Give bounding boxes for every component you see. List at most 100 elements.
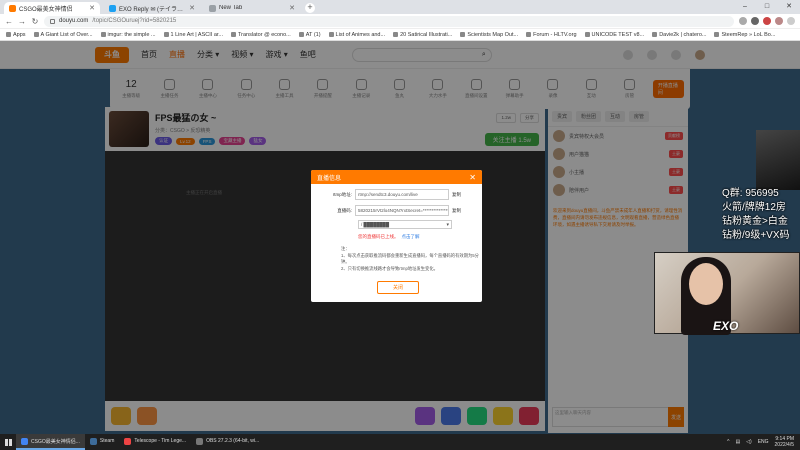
profile-avatar-icon[interactable]	[775, 17, 783, 25]
bookmark-item[interactable]: SteemRep » LoL Bo...	[714, 32, 775, 38]
stream-overlay-text: Q群: 956995 火箭/牌牌12房 钻粉黄金>白金 钻粉/9级+VX码	[722, 187, 800, 243]
start-button[interactable]	[0, 434, 16, 450]
bookmark-item[interactable]: List of Animes and...	[328, 31, 386, 38]
rtmp-field: rtmp地址: rtmp://sendtc3.douyu.com/live 复制	[317, 189, 476, 200]
webcam-face	[689, 263, 723, 305]
bookmark-favicon-icon	[460, 32, 466, 37]
rtmp-input[interactable]: rtmp://sendtc3.douyu.com/live	[355, 189, 449, 200]
clock-date: 2022/4/5	[774, 442, 794, 448]
bookmark-favicon-icon	[714, 32, 720, 37]
stream-key-field: 直播码: 5820215rVt2lo4NQN?rxtSecret=*******…	[317, 205, 476, 216]
volume-icon[interactable]: ◁)	[746, 439, 752, 445]
bookmark-item[interactable]: AT (1)	[298, 32, 321, 38]
close-tab-icon[interactable]: ✕	[89, 4, 95, 12]
lock-icon	[50, 18, 55, 24]
tab-label: CSGO最美女神情侣	[19, 6, 73, 13]
bookmark-item[interactable]: Scientists Map Out...	[460, 32, 518, 38]
bookmark-item[interactable]: Davie2k | chatero...	[652, 32, 706, 38]
back-arrow-icon[interactable]: ←	[5, 17, 13, 26]
stream-thumbnail	[756, 130, 800, 190]
bookmark-favicon-icon	[100, 32, 106, 37]
bookmark-item[interactable]: 20 Satirical Illustrati...	[393, 32, 452, 38]
browser-tab-douyu[interactable]: CSGO最美女神情侣 ✕	[4, 2, 100, 14]
apps-grid-icon	[6, 32, 11, 37]
menu-dots-icon[interactable]	[787, 17, 795, 25]
chevron-down-icon: ▾	[446, 221, 449, 228]
overlay-line: Q群: 956995	[722, 188, 779, 199]
close-icon[interactable]: ✕	[469, 173, 476, 182]
bookmark-favicon-icon	[393, 32, 399, 37]
system-tray: ^ ▤ ◁) ENG 9:14 PM 2022/4/5	[727, 436, 800, 448]
bookmark-favicon-icon	[163, 32, 169, 37]
stream-key-input[interactable]: 5820215rVt2lo4NQN?rxtSecret=************…	[355, 205, 449, 216]
taskbar-app-telescope[interactable]: Telescope - Tim Lege...	[119, 434, 191, 450]
line-select[interactable]: / ████████ ▾	[358, 220, 452, 229]
bookmark-item[interactable]: imgur: the simple ...	[100, 31, 156, 38]
bookmark-favicon-icon	[652, 32, 658, 37]
bookmark-favicon-icon	[584, 32, 590, 37]
close-tab-icon[interactable]: ✕	[189, 4, 195, 12]
bookmark-item[interactable]: 1 Line Art | ASCII ar...	[163, 31, 223, 38]
bookmark-label: SteemRep » LoL Bo...	[721, 31, 776, 38]
bookmark-label: 1 Line Art | ASCII ar...	[170, 31, 223, 38]
extension-icon[interactable]	[751, 17, 759, 25]
bookmark-item[interactable]: Forum - HLTV.org	[526, 32, 577, 38]
url-input[interactable]: douyu.com/topic/CSGOuruej?rid=5820215	[44, 15, 734, 27]
network-icon[interactable]: ▤	[735, 439, 740, 445]
note-line: 1、每次点击获取推流码都会重新生成直播码，每个直播码的有效期为5分钟。	[341, 252, 479, 265]
bookmark-label: Davie2k | chatero...	[659, 31, 707, 38]
copy-rtmp-button[interactable]: 复制	[449, 192, 461, 198]
bookmarks-bar: Apps A Giant List of Over... imgur: the si…	[0, 29, 800, 41]
bookmark-label: imgur: the simple ...	[107, 31, 156, 38]
bookmark-favicon-icon	[298, 32, 304, 37]
close-tab-icon[interactable]: ✕	[289, 4, 295, 12]
rtmp-label: rtmp地址:	[332, 191, 352, 197]
bookmark-label: List of Animes and...	[335, 31, 386, 38]
taskbar-app-chrome[interactable]: CSGO最美女神情侣...	[16, 434, 85, 450]
warning-text: 您的直播码已上线。 点击了解	[358, 234, 482, 240]
taskbar-app-obs[interactable]: OBS 27.2.3 (64-bit, wi...	[191, 434, 264, 450]
overlay-line: 钻粉/9级+VX码	[722, 230, 790, 241]
minimize-button[interactable]: –	[734, 0, 756, 14]
clock[interactable]: 9:14 PM 2022/4/5	[775, 436, 794, 448]
bookmark-favicon-icon	[231, 32, 236, 37]
url-path: /topic/CSGOuruej?rid=5820215	[92, 18, 177, 24]
extension-icon[interactable]	[763, 17, 771, 25]
tray-chevron-icon[interactable]: ^	[727, 439, 729, 445]
extension-icons	[739, 17, 795, 25]
chrome-icon	[21, 437, 28, 445]
new-tab-button[interactable]: +	[305, 3, 315, 13]
warning-message: 您的直播码已上线。	[358, 234, 399, 239]
twitter-favicon-icon	[109, 4, 116, 12]
copy-key-button[interactable]: 复制	[449, 208, 461, 214]
stream-key-label: 直播码:	[337, 207, 352, 213]
steam-icon	[89, 437, 97, 445]
tab-label: EXO Reply ✉ (テイラー＠Reply...	[119, 6, 186, 13]
language-indicator[interactable]: ENG	[758, 439, 769, 445]
bookmark-favicon-icon	[328, 32, 334, 37]
bookmark-label: Scientists Map Out...	[467, 31, 519, 38]
obs-icon	[196, 437, 204, 445]
bookmark-label: Apps	[13, 31, 26, 38]
maximize-button[interactable]: □	[756, 0, 778, 14]
close-modal-button[interactable]: 关闭	[377, 281, 419, 294]
reload-icon[interactable]: ↻	[31, 17, 39, 26]
window-controls: – □ ✕	[734, 0, 800, 14]
taskbar-app-label: CSGO最美女神情侣...	[31, 438, 80, 445]
bookmark-label: Translator @ econo...	[238, 31, 291, 38]
address-bar-row: ← → ↻ douyu.com/topic/CSGOuruej?rid=5820…	[0, 14, 800, 29]
extension-icon[interactable]	[739, 17, 747, 25]
chrome-favicon-icon	[209, 4, 216, 12]
bookmark-item[interactable]: A Giant List of Over...	[33, 32, 93, 38]
close-window-button[interactable]: ✕	[778, 0, 800, 14]
bookmark-item[interactable]: UNICODE TEST v8...	[584, 32, 644, 38]
forward-arrow-icon[interactable]: →	[18, 17, 26, 26]
taskbar-app-steam[interactable]: Steam	[85, 434, 119, 450]
bookmark-item[interactable]: Translator @ econo...	[231, 32, 291, 38]
browser-tab-newtab[interactable]: New Tab ✕	[204, 2, 300, 14]
learn-more-link[interactable]: 点击了解	[402, 234, 420, 239]
bookmark-label: 20 Satirical Illustrati...	[400, 31, 453, 38]
stream-info-modal: 直播信息 ✕ rtmp地址: rtmp://sendtc3.douyu.com/…	[311, 170, 482, 302]
browser-tab-twitter[interactable]: EXO Reply ✉ (テイラー＠Reply... ✕	[104, 2, 200, 14]
bookmark-item[interactable]: Apps	[6, 32, 26, 38]
